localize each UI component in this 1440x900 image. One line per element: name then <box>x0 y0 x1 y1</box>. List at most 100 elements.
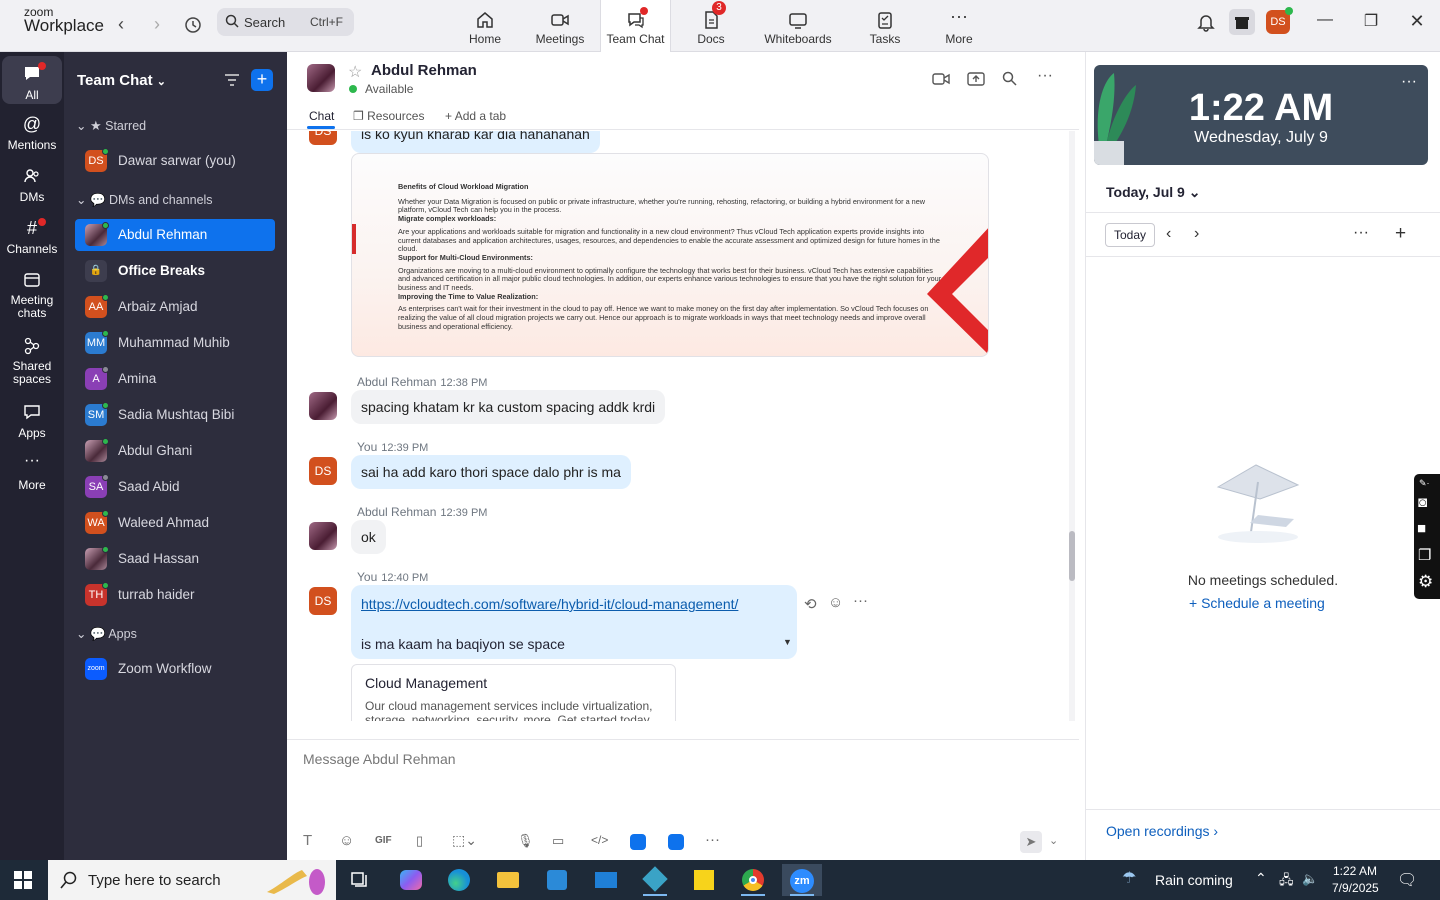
mail-icon[interactable] <box>586 864 626 896</box>
bell-icon[interactable] <box>1196 12 1216 32</box>
sidebar-item[interactable]: zoom Zoom Workflow <box>75 653 275 685</box>
text-format-icon[interactable]: T <box>303 832 312 849</box>
contact-avatar[interactable] <box>307 64 335 92</box>
chevron-down-icon[interactable]: ⌄ <box>1049 834 1058 847</box>
rail-more[interactable]: ··· More <box>2 453 62 493</box>
message-avatar[interactable] <box>309 392 337 420</box>
tab-chat[interactable]: Chat <box>309 109 334 123</box>
section-apps[interactable]: ⌄ 💬 Apps <box>76 626 137 642</box>
reply-icon[interactable]: ⟲ <box>804 595 817 613</box>
scrollbar-track[interactable] <box>1069 131 1075 721</box>
search-icon[interactable] <box>1002 71 1017 86</box>
message-input[interactable]: Message Abdul Rehman <box>303 751 456 767</box>
task-view-icon[interactable] <box>340 864 380 896</box>
rail-mentions[interactable]: @ Mentions <box>2 114 62 152</box>
window-icon[interactable]: ❐ <box>1418 546 1431 564</box>
sticky-notes-icon[interactable] <box>684 864 724 896</box>
close-button[interactable]: ✕ <box>1402 11 1432 33</box>
tab-tasks[interactable]: Tasks <box>862 0 908 52</box>
zoom-taskbar-icon[interactable]: zm <box>782 864 822 896</box>
sidebar-item[interactable]: WA Waleed Ahmad <box>75 507 275 539</box>
pen-icon[interactable]: ✎· <box>1419 478 1430 489</box>
send-icon[interactable]: ➤ <box>1020 831 1042 853</box>
sidebar-item[interactable]: SA Saad Abid <box>75 471 275 503</box>
star-outline-icon[interactable]: ☆ <box>348 62 362 82</box>
sidebar-item[interactable]: A Amina <box>75 363 275 395</box>
message-link[interactable]: https://vcloudtech.com/software/hybrid-i… <box>361 596 738 612</box>
sidebar-item[interactable]: Saad Hassan <box>75 543 275 575</box>
rail-dms[interactable]: DMs <box>2 166 62 204</box>
video-call-icon[interactable] <box>932 72 950 86</box>
tab-home[interactable]: Home <box>462 0 508 52</box>
emoji-icon[interactable]: ☺ <box>339 832 354 849</box>
link-preview-card[interactable]: Cloud Management Our cloud management se… <box>351 664 676 721</box>
prev-day-icon[interactable]: ‹ <box>1166 225 1171 243</box>
rail-all[interactable]: All <box>2 56 62 104</box>
edge-browser-icon[interactable] <box>439 864 479 896</box>
share-screen-icon[interactable] <box>967 71 985 87</box>
day-selector[interactable]: Today, Jul 9 ⌄ <box>1106 184 1200 201</box>
tray-chevron-up-icon[interactable]: ⌃ <box>1255 870 1267 887</box>
microsoft-store-icon[interactable] <box>537 864 577 896</box>
sidebar-item[interactable]: 🔒 Office Breaks <box>75 255 275 287</box>
tab-docs[interactable]: 3 Docs <box>688 0 734 52</box>
message-avatar[interactable]: DS <box>309 587 337 615</box>
tab-add[interactable]: + Add a tab <box>445 109 506 123</box>
scrollbar-thumb[interactable] <box>1069 531 1075 581</box>
message-bubble[interactable]: is ko kyun kharab kar dia hahahahah <box>351 131 600 153</box>
message-bubble-link[interactable]: https://vcloudtech.com/software/hybrid-i… <box>351 585 797 659</box>
more-options-icon[interactable]: ··· <box>705 831 720 848</box>
sidebar-item[interactable]: Abdul Rehman <box>75 219 275 251</box>
sidebar-item[interactable]: SM Sadia Mushtaq Bibi <box>75 399 275 431</box>
taskbar-clock[interactable]: 1:22 AM 7/9/2025 <box>1332 864 1379 895</box>
section-starred[interactable]: ⌄ ★ Starred <box>76 118 146 134</box>
history-icon[interactable] <box>182 14 204 36</box>
file-explorer-icon[interactable] <box>488 864 528 896</box>
emoji-icon[interactable]: ☺ <box>828 594 843 611</box>
weather-icon[interactable]: ☂ <box>1122 868 1136 888</box>
record-video-icon[interactable]: ■ <box>1417 520 1426 537</box>
contact-name[interactable]: Abdul Rehman <box>371 62 477 79</box>
message-avatar[interactable]: DS <box>309 457 337 485</box>
message-avatar[interactable] <box>309 522 337 550</box>
tab-team-chat[interactable]: Team Chat <box>600 0 671 53</box>
filter-icon[interactable] <box>223 71 241 89</box>
cube-app-icon[interactable] <box>635 864 675 896</box>
sidebar-title[interactable]: Team Chat ⌄ <box>77 72 166 89</box>
rail-channels[interactable]: # Channels <box>2 218 62 256</box>
rail-apps[interactable]: Apps <box>2 402 62 440</box>
screenshot-icon[interactable]: ⬚⌄ <box>452 832 477 849</box>
back-arrow-icon[interactable]: ‹ <box>110 14 132 36</box>
new-chat-button[interactable]: + <box>251 69 273 91</box>
open-recordings-link[interactable]: Open recordings › <box>1106 823 1218 839</box>
sidebar-item[interactable]: MM Muhammad Muhib <box>75 327 275 359</box>
section-dms[interactable]: ⌄ 💬 DMs and channels <box>76 192 213 208</box>
schedule-meeting-link[interactable]: + Schedule a meeting <box>1189 595 1325 611</box>
taskbar-search[interactable]: Type here to search <box>48 860 336 900</box>
image-attachment[interactable]: Benefits of Cloud Workload Migration Whe… <box>351 153 989 357</box>
zoom-app-icon[interactable] <box>668 834 684 850</box>
next-day-icon[interactable]: › <box>1194 225 1199 243</box>
tab-more[interactable]: ··· More <box>936 0 982 52</box>
sender-name[interactable]: Abdul Rehman <box>357 505 436 519</box>
tab-meetings[interactable]: Meetings <box>530 0 590 52</box>
gif-icon[interactable]: GIF <box>375 835 392 846</box>
video-message-icon[interactable]: ▭ <box>552 833 564 849</box>
sidebar-item[interactable]: DS Dawar sarwar (you) <box>75 145 275 177</box>
whiteboard-app-icon[interactable] <box>630 834 646 850</box>
message-bubble[interactable]: spacing khatam kr ka custom spacing addk… <box>351 390 666 424</box>
add-event-icon[interactable]: + <box>1395 223 1406 245</box>
forward-arrow-icon[interactable]: › <box>146 14 168 36</box>
message-bubble[interactable]: sai ha add karo thori space dalo phr is … <box>351 455 631 489</box>
settings-gear-icon[interactable]: ⚙ <box>1418 572 1433 592</box>
maximize-button[interactable]: ❐ <box>1356 11 1386 33</box>
copilot-icon[interactable] <box>390 864 430 896</box>
sidebar-item[interactable]: TH turrab haider <box>75 579 275 611</box>
caret-down-icon[interactable]: ▼ <box>783 637 792 647</box>
minimize-button[interactable]: — <box>1310 11 1340 33</box>
tab-resources[interactable]: ❐ Resources <box>353 109 424 123</box>
sidebar-item[interactable]: AA Arbaiz Amjad <box>75 291 275 323</box>
microphone-icon[interactable]: 🎙 <box>517 833 534 849</box>
file-icon[interactable]: ▯ <box>416 833 423 849</box>
sender-name[interactable]: Abdul Rehman <box>357 375 436 389</box>
